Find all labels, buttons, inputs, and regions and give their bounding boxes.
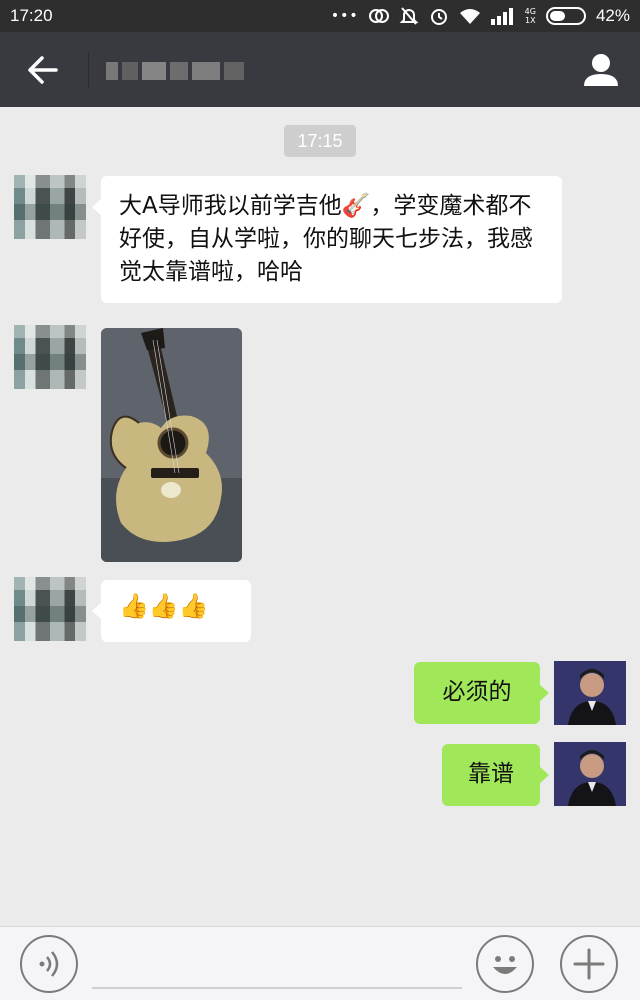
contact-info-button[interactable] xyxy=(580,50,622,90)
mute-icon xyxy=(399,7,419,25)
plus-icon xyxy=(573,948,605,980)
avatar[interactable] xyxy=(14,325,86,389)
network-type-top: 4G xyxy=(524,7,536,16)
sync-icon xyxy=(368,9,389,23)
input-bar xyxy=(0,926,640,1000)
back-button[interactable] xyxy=(20,50,64,90)
voice-icon xyxy=(39,951,59,977)
more-button[interactable] xyxy=(560,935,618,993)
more-dots-icon: ••• xyxy=(330,8,359,24)
message-text: 必须的 xyxy=(442,679,512,705)
avatar[interactable] xyxy=(14,175,86,239)
message-text: 靠谱 xyxy=(468,761,514,787)
message-text: 👍👍👍 xyxy=(119,592,209,620)
emoji-button[interactable] xyxy=(476,935,534,993)
network-type: 4G 1X xyxy=(525,7,536,25)
message-input[interactable] xyxy=(92,941,462,989)
person-icon xyxy=(584,54,618,86)
message-bubble[interactable]: 必须的 xyxy=(414,662,549,724)
message-bubble[interactable]: 大A导师我以前学吉他🎸，学变魔术都不好使，自从学啦，你的聊天七步法，我感觉太靠谱… xyxy=(92,176,562,303)
avatar[interactable] xyxy=(14,577,86,641)
signal-icon xyxy=(490,8,513,25)
message-bubble[interactable]: 👍👍👍 xyxy=(92,580,251,642)
status-bar: 17:20 ••• 4G 1X 42% xyxy=(0,0,640,32)
battery-percent: 42% xyxy=(595,6,630,25)
guitar-image xyxy=(101,328,242,562)
wifi-icon xyxy=(459,9,480,24)
self-avatar-image xyxy=(554,742,626,806)
message-text: 大A导师我以前学吉他🎸，学变魔术都不好使，自从学啦，你的聊天七步法，我感觉太靠谱… xyxy=(119,193,533,285)
avatar[interactable] xyxy=(554,661,626,725)
avatar[interactable] xyxy=(554,742,626,806)
chat-timestamp: 17:15 xyxy=(284,125,356,157)
arrow-left-icon xyxy=(28,56,58,84)
guitar-photo[interactable] xyxy=(101,328,242,562)
smiley-icon xyxy=(493,956,517,974)
network-type-bottom: 1X xyxy=(525,16,536,25)
title-bar xyxy=(0,32,640,107)
message-bubble[interactable]: 靠谱 xyxy=(442,744,549,806)
battery-icon xyxy=(545,7,586,25)
alarm-icon xyxy=(430,9,447,25)
status-icons: ••• 4G 1X 42% xyxy=(331,5,630,27)
title-divider xyxy=(88,52,89,88)
status-time: 17:20 xyxy=(10,6,53,25)
voice-button[interactable] xyxy=(20,935,78,993)
chat-title xyxy=(106,56,246,86)
self-avatar-image xyxy=(554,661,626,725)
